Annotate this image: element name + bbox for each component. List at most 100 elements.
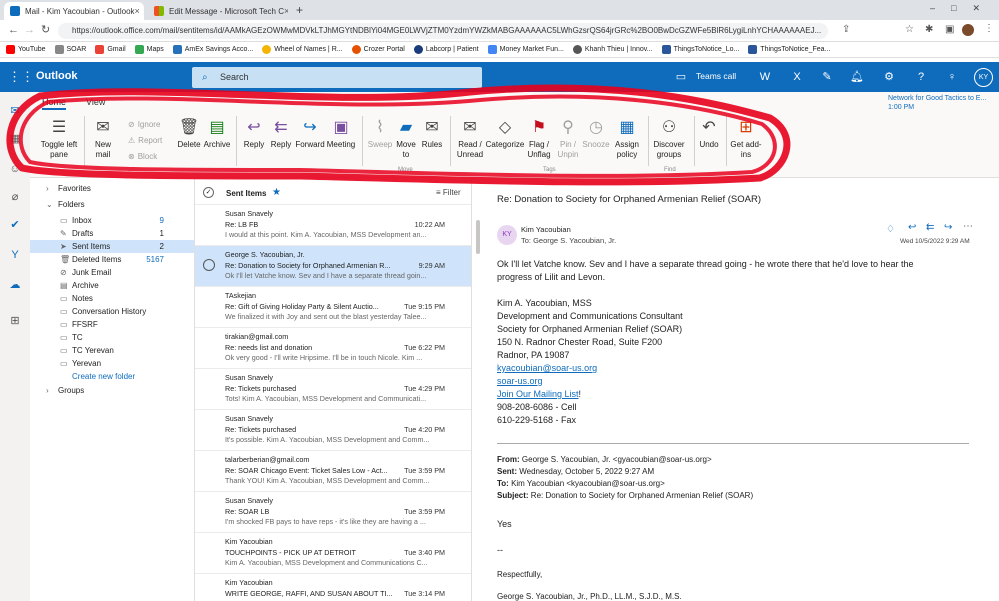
attachment-icon[interactable]: ⌀ bbox=[8, 190, 22, 204]
message-row[interactable]: tirakian@gmail.com Re: needs list and don… bbox=[195, 328, 471, 369]
share-icon[interactable]: ⇪ bbox=[842, 24, 850, 35]
assign-policy-button[interactable]: ▦ Assign policy bbox=[612, 118, 642, 160]
sender-name[interactable]: Kim Yacoubian bbox=[521, 225, 571, 235]
message-row[interactable]: Kim Yacoubian TOUCHPOINTS - PICK UP AT DE… bbox=[195, 533, 471, 574]
folder-junk[interactable]: ⊘ Junk Email bbox=[30, 266, 194, 279]
select-all-checkbox[interactable]: ✓ bbox=[203, 187, 214, 198]
bookmark-maps[interactable]: Maps bbox=[134, 45, 164, 54]
delete-button[interactable]: 🗑︎ Delete bbox=[175, 118, 203, 150]
reaction-icon[interactable]: ♢ bbox=[886, 224, 895, 235]
message-row[interactable]: Kim Yacoubian WRITE GEORGE, RAFFI, AND SU… bbox=[195, 574, 471, 601]
new-mail-button[interactable]: ✉ New mail bbox=[88, 118, 118, 160]
browser-menu-icon[interactable]: ⋮ bbox=[984, 23, 994, 34]
people-icon[interactable]: ☺ bbox=[8, 162, 22, 176]
bookmark-things-lo[interactable]: ThingsToNotice_Lo... bbox=[661, 45, 739, 54]
message-row-selected[interactable]: George S. Yacoubian, Jr. Re: Donation to … bbox=[195, 246, 471, 287]
bookmark-khanh[interactable]: Khanh Thieu | Innov... bbox=[572, 45, 653, 54]
back-icon[interactable]: ← bbox=[8, 24, 19, 36]
new-tab-button[interactable]: + bbox=[296, 3, 303, 17]
reload-icon[interactable]: ↻ bbox=[41, 23, 50, 36]
help-icon[interactable]: ? bbox=[914, 70, 928, 84]
folder-tc-yerevan[interactable]: ▭ TC Yerevan bbox=[30, 344, 194, 357]
tab-home[interactable]: Home bbox=[42, 97, 67, 110]
categorize-button[interactable]: ◇ Categorize bbox=[485, 118, 525, 150]
folder-conversation-history[interactable]: ▭ Conversation History bbox=[30, 305, 194, 318]
reply-icon[interactable]: ↩ bbox=[908, 222, 916, 233]
folder-inbox[interactable]: ▭ Inbox 9 bbox=[30, 214, 194, 227]
bookmark-soar[interactable]: SOAR bbox=[54, 45, 86, 54]
mail-icon[interactable]: ✉ bbox=[8, 104, 22, 118]
bookmark-money-market[interactable]: Money Market Fun... bbox=[487, 45, 564, 54]
read-unread-button[interactable]: ✉ Read / Unread bbox=[454, 118, 486, 160]
more-actions-icon[interactable]: ⋯ bbox=[963, 221, 973, 232]
url-input[interactable]: https://outlook.office.com/mail/sentitem… bbox=[58, 23, 828, 39]
folder-drafts[interactable]: ✎ Drafts 1 bbox=[30, 227, 194, 240]
word-app-icon[interactable]: W bbox=[758, 70, 772, 84]
snooze-button[interactable]: ◷ Snooze bbox=[582, 118, 610, 150]
extensions-icon[interactable]: ✱ bbox=[925, 24, 933, 35]
onedrive-icon[interactable]: ☁ bbox=[8, 278, 22, 292]
archive-button[interactable]: ▤ Archive bbox=[202, 118, 232, 150]
undo-button[interactable]: ↶ Undo bbox=[696, 118, 722, 150]
folder-tc[interactable]: ▭ TC bbox=[30, 331, 194, 344]
sig-website-link[interactable]: soar-us.org bbox=[497, 375, 543, 388]
sweep-button[interactable]: ⌇ Sweep bbox=[366, 118, 394, 150]
user-avatar[interactable]: KY bbox=[974, 68, 993, 87]
sig-email-link[interactable]: kyacoubian@soar-us.org bbox=[497, 362, 597, 375]
block-button[interactable]: ⊗ Block bbox=[128, 152, 157, 162]
bookmark-wheel[interactable]: Wheel of Names | R... bbox=[262, 45, 343, 54]
message-row[interactable]: TAskejian Re: Gift of Giving Holiday Part… bbox=[195, 287, 471, 328]
bookmark-amex[interactable]: AmEx Savings Acco... bbox=[172, 45, 253, 54]
app-launcher-icon[interactable]: ⋮⋮ bbox=[8, 70, 34, 84]
flag-unflag-button[interactable]: ⚑ Flag / Unflag bbox=[524, 118, 554, 160]
close-tab-icon[interactable]: × bbox=[135, 6, 140, 16]
teams-call-button[interactable]: Teams call bbox=[696, 71, 736, 81]
folder-yerevan[interactable]: ▭ Yerevan bbox=[30, 357, 194, 370]
select-radio[interactable] bbox=[203, 259, 215, 271]
todo-icon[interactable]: ✔ bbox=[8, 218, 22, 232]
lightbulb-icon[interactable]: ♀ bbox=[945, 70, 959, 84]
bell-icon[interactable]: 🔔︎ bbox=[850, 70, 864, 84]
profile-avatar[interactable] bbox=[962, 24, 974, 36]
folder-ffsrf[interactable]: ▭ FFSRF bbox=[30, 318, 194, 331]
meeting-button[interactable]: ▣ Meeting bbox=[324, 118, 358, 150]
browser-tab-edit-message[interactable]: Edit Message - Microsoft Tech C × bbox=[148, 2, 288, 20]
message-row[interactable]: Susan Snavely Re: LB FB 10:22 AM I would at… bbox=[195, 205, 471, 246]
move-to-button[interactable]: ▰ Move to bbox=[394, 118, 418, 160]
message-row[interactable]: Susan Snavely Re: Tickets purchased Tue 4:… bbox=[195, 369, 471, 410]
message-row[interactable]: Susan Snavely Re: Tickets purchased Tue 4:… bbox=[195, 410, 471, 451]
discover-groups-button[interactable]: ⚇ Discover groups bbox=[650, 118, 688, 160]
excel-app-icon[interactable]: X bbox=[790, 70, 804, 84]
ignore-button[interactable]: ⊘ Ignore bbox=[128, 120, 160, 130]
close-tab-icon[interactable]: × bbox=[284, 6, 288, 16]
folder-deleted-items[interactable]: 🗑︎ Deleted Items 5167 bbox=[30, 253, 194, 266]
filter-button[interactable]: ≡ Filter bbox=[436, 188, 461, 197]
favorites-header[interactable]: › Favorites bbox=[30, 182, 194, 195]
apps-icon[interactable]: ⊞ bbox=[8, 314, 22, 328]
favorite-star-icon[interactable]: ★ bbox=[272, 187, 281, 198]
toggle-left-pane-button[interactable]: ☰ Toggle left pane bbox=[38, 118, 80, 160]
report-button[interactable]: ⚠ Report bbox=[128, 136, 162, 146]
calendar-icon[interactable]: ▦ bbox=[8, 132, 22, 146]
gear-icon[interactable]: ⚙ bbox=[882, 70, 896, 84]
bookmark-things-fea[interactable]: ThingsToNotice_Fea... bbox=[748, 45, 830, 54]
folders-header[interactable]: ⌄ Folders bbox=[30, 198, 194, 211]
sidepanel-icon[interactable]: ▣ bbox=[945, 24, 954, 35]
window-controls[interactable]: –□✕ bbox=[930, 3, 996, 14]
bookmark-crozer[interactable]: Crozer Portal bbox=[351, 45, 405, 54]
feedback-icon[interactable]: ✎ bbox=[820, 70, 834, 84]
pin-unpin-button[interactable]: ⚲ Pin / Unpin bbox=[556, 118, 580, 160]
search-input[interactable]: ⌕ Search bbox=[192, 67, 482, 88]
yammer-icon[interactable]: Y bbox=[8, 248, 22, 262]
bookmark-labcorp[interactable]: Labcorp | Patient bbox=[413, 45, 479, 54]
message-row[interactable]: talarberberian@gmail.com Re: SOAR Chicago… bbox=[195, 451, 471, 492]
mailing-list-link[interactable]: Join Our Mailing List bbox=[497, 389, 579, 399]
bookmark-gmail[interactable]: Gmail bbox=[95, 45, 126, 54]
groups-header[interactable]: › Groups bbox=[30, 384, 194, 397]
bookmark-youtube[interactable]: YouTube bbox=[6, 45, 46, 54]
get-addins-button[interactable]: ⊞ Get add-ins bbox=[728, 118, 764, 160]
folder-sent-items[interactable]: ➤ Sent Items 2 bbox=[30, 240, 194, 253]
rules-button[interactable]: ✉ Rules bbox=[420, 118, 444, 150]
forward-button[interactable]: ↪ Forward bbox=[293, 118, 327, 150]
reply-all-button[interactable]: ⇇ Reply bbox=[267, 118, 295, 150]
